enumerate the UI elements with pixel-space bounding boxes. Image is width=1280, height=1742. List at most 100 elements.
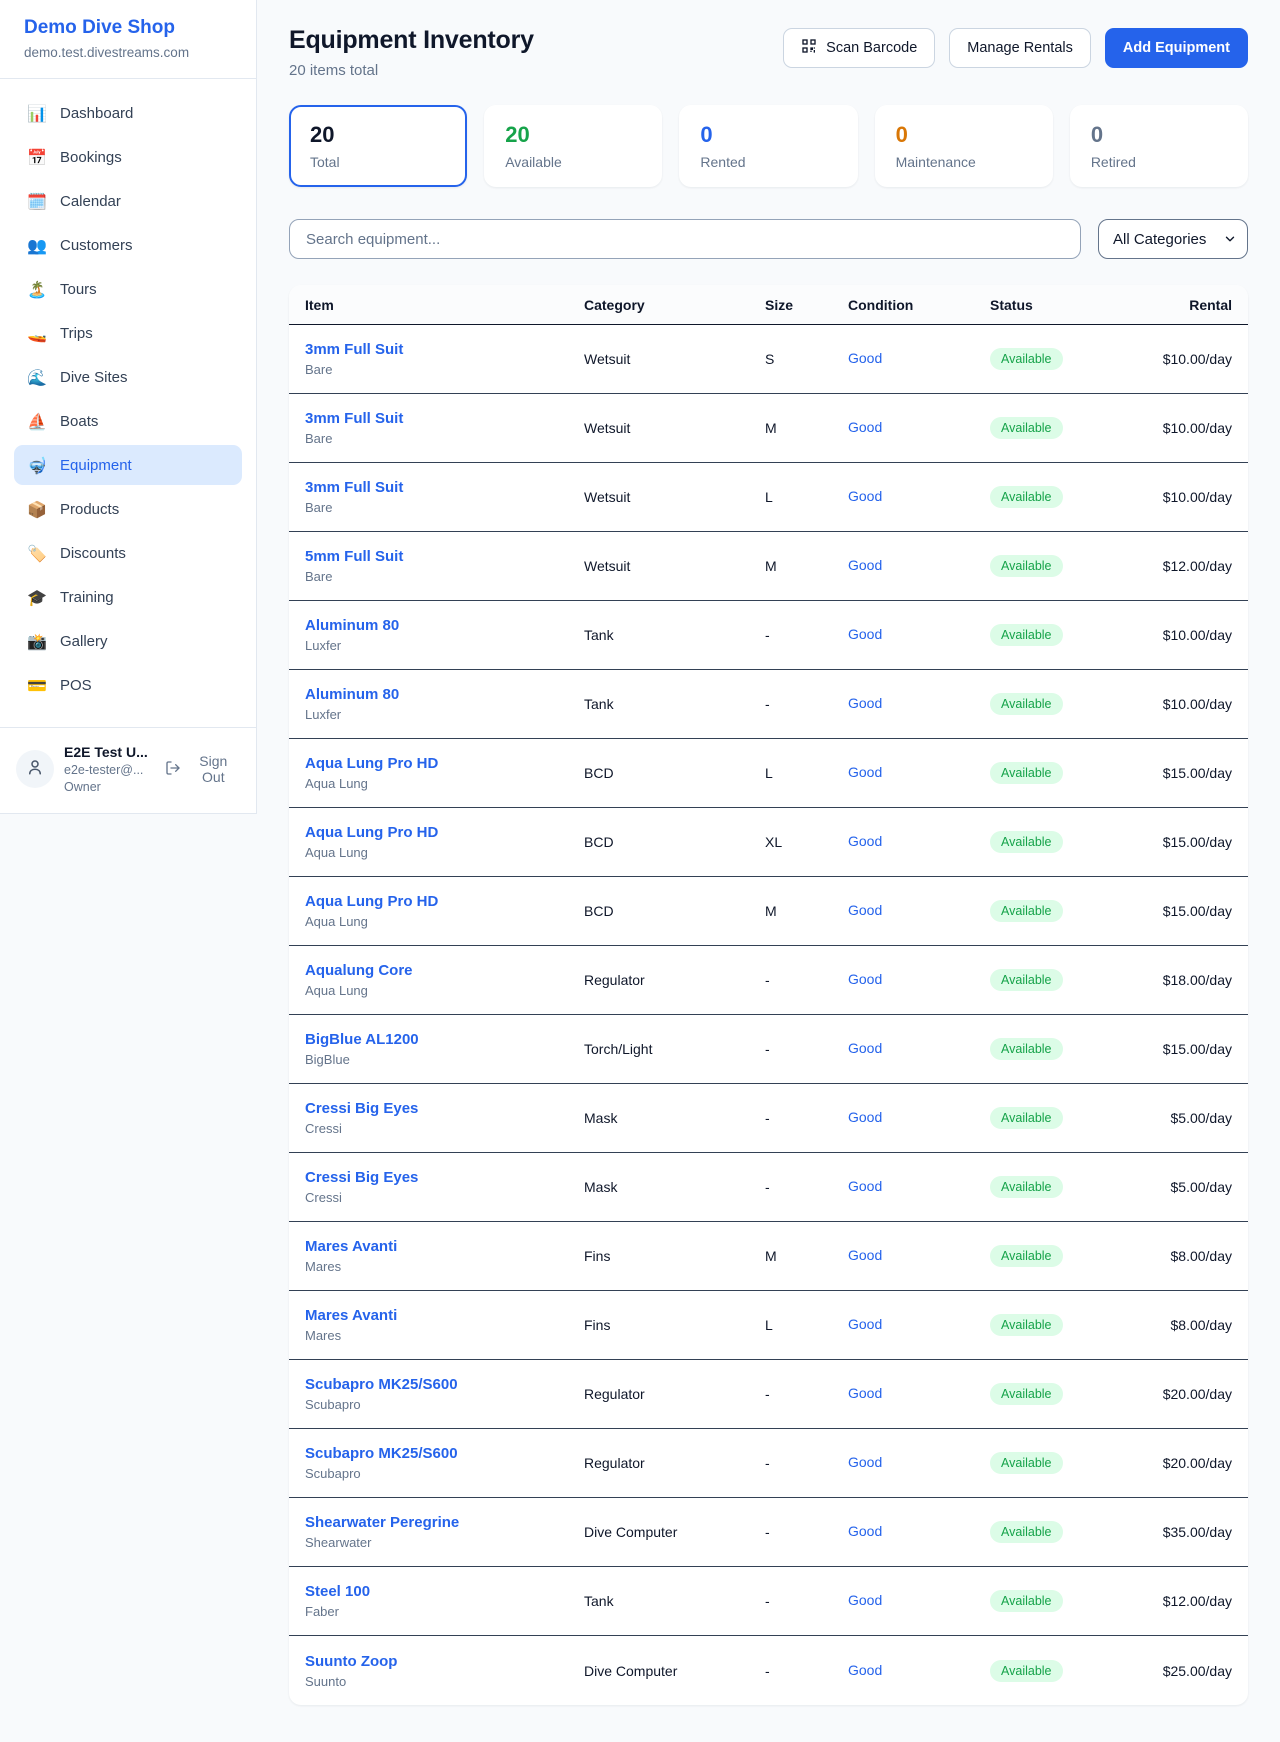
status-badge: Available — [990, 348, 1063, 370]
table-row[interactable]: Cressi Big Eyes Cressi Mask - Good Avail… — [289, 1084, 1248, 1153]
condition-link[interactable]: Good — [848, 557, 882, 573]
sidebar-item-boats[interactable]: ⛵ Boats — [14, 401, 242, 441]
condition-link[interactable]: Good — [848, 1247, 882, 1263]
table-row[interactable]: Suunto Zoop Suunto Dive Computer - Good … — [289, 1636, 1248, 1705]
table-row[interactable]: BigBlue AL1200 BigBlue Torch/Light - Goo… — [289, 1015, 1248, 1084]
search-input[interactable] — [289, 219, 1081, 259]
filter-bar: All Categories — [289, 219, 1248, 259]
condition-link[interactable]: Good — [848, 1385, 882, 1401]
item-name-link[interactable]: Scubapro MK25/S600 — [305, 1376, 584, 1393]
table-row[interactable]: 3mm Full Suit Bare Wetsuit S Good Availa… — [289, 325, 1248, 394]
item-name-link[interactable]: Aqua Lung Pro HD — [305, 755, 584, 772]
table-row[interactable]: Scubapro MK25/S600 Scubapro Regulator - … — [289, 1429, 1248, 1498]
table-row[interactable]: Cressi Big Eyes Cressi Mask - Good Avail… — [289, 1153, 1248, 1222]
item-name-link[interactable]: Mares Avanti — [305, 1238, 584, 1255]
item-brand: Aqua Lung — [305, 845, 584, 860]
item-name-link[interactable]: 5mm Full Suit — [305, 548, 584, 565]
item-name-link[interactable]: 3mm Full Suit — [305, 479, 584, 496]
condition-link[interactable]: Good — [848, 902, 882, 918]
stat-card-available[interactable]: 20 Available — [484, 105, 662, 187]
sidebar-item-tours[interactable]: 🏝️ Tours — [14, 269, 242, 309]
item-name-link[interactable]: Aluminum 80 — [305, 686, 584, 703]
condition-link[interactable]: Good — [848, 764, 882, 780]
condition-link[interactable]: Good — [848, 1592, 882, 1608]
stat-card-rented[interactable]: 0 Rented — [679, 105, 857, 187]
condition-link[interactable]: Good — [848, 1662, 882, 1678]
item-name-link[interactable]: 3mm Full Suit — [305, 341, 584, 358]
table-row[interactable]: Aqua Lung Pro HD Aqua Lung BCD M Good Av… — [289, 877, 1248, 946]
speedboat-icon: 🚤 — [27, 324, 47, 343]
condition-link[interactable]: Good — [848, 833, 882, 849]
condition-link[interactable]: Good — [848, 488, 882, 504]
condition-link[interactable]: Good — [848, 419, 882, 435]
sidebar-item-discounts[interactable]: 🏷️ Discounts — [14, 533, 242, 573]
sidebar-item-trips[interactable]: 🚤 Trips — [14, 313, 242, 353]
sidebar-item-calendar[interactable]: 🗓️ Calendar — [14, 181, 242, 221]
condition-link[interactable]: Good — [848, 626, 882, 642]
table-row[interactable]: Aluminum 80 Luxfer Tank - Good Available… — [289, 601, 1248, 670]
item-name-link[interactable]: Aqua Lung Pro HD — [305, 893, 584, 910]
stat-value: 20 — [310, 122, 446, 148]
table-row[interactable]: Mares Avanti Mares Fins M Good Available… — [289, 1222, 1248, 1291]
item-name-link[interactable]: BigBlue AL1200 — [305, 1031, 584, 1048]
item-name-link[interactable]: Aqua Lung Pro HD — [305, 824, 584, 841]
scan-barcode-button[interactable]: Scan Barcode — [783, 28, 935, 68]
rental-rate: $8.00/day — [1147, 1248, 1232, 1264]
item-name-link[interactable]: Aluminum 80 — [305, 617, 584, 634]
rental-rate: $10.00/day — [1147, 351, 1232, 367]
sidebar-item-products[interactable]: 📦 Products — [14, 489, 242, 529]
item-name-link[interactable]: 3mm Full Suit — [305, 410, 584, 427]
condition-link[interactable]: Good — [848, 1109, 882, 1125]
table-row[interactable]: Aqua Lung Pro HD Aqua Lung BCD L Good Av… — [289, 739, 1248, 808]
sidebar-item-equipment[interactable]: 🤿 Equipment — [14, 445, 242, 485]
sidebar-item-dashboard[interactable]: 📊 Dashboard — [14, 93, 242, 133]
table-row[interactable]: Aqua Lung Pro HD Aqua Lung BCD XL Good A… — [289, 808, 1248, 877]
condition-link[interactable]: Good — [848, 1316, 882, 1332]
condition-link[interactable]: Good — [848, 1523, 882, 1539]
table-row[interactable]: 3mm Full Suit Bare Wetsuit M Good Availa… — [289, 394, 1248, 463]
sidebar-item-training[interactable]: 🎓 Training — [14, 577, 242, 617]
sign-out-button[interactable]: Sign Out — [165, 753, 240, 785]
rental-rate: $15.00/day — [1147, 1041, 1232, 1057]
item-category: Wetsuit — [584, 351, 765, 367]
item-name-link[interactable]: Aqualung Core — [305, 962, 584, 979]
item-name-link[interactable]: Suunto Zoop — [305, 1653, 584, 1670]
item-name-link[interactable]: Steel 100 — [305, 1583, 584, 1600]
stat-value: 0 — [896, 122, 1032, 148]
item-name-link[interactable]: Shearwater Peregrine — [305, 1514, 584, 1531]
condition-link[interactable]: Good — [848, 1454, 882, 1470]
table-row[interactable]: Mares Avanti Mares Fins L Good Available… — [289, 1291, 1248, 1360]
table-row[interactable]: Aluminum 80 Luxfer Tank - Good Available… — [289, 670, 1248, 739]
sidebar-item-gallery[interactable]: 📸 Gallery — [14, 621, 242, 661]
table-row[interactable]: Steel 100 Faber Tank - Good Available $1… — [289, 1567, 1248, 1636]
sidebar-item-bookings[interactable]: 📅 Bookings — [14, 137, 242, 177]
condition-link[interactable]: Good — [848, 350, 882, 366]
table-row[interactable]: 5mm Full Suit Bare Wetsuit M Good Availa… — [289, 532, 1248, 601]
manage-rentals-button[interactable]: Manage Rentals — [949, 28, 1091, 68]
condition-link[interactable]: Good — [848, 971, 882, 987]
item-category: Tank — [584, 627, 765, 643]
item-brand: Mares — [305, 1259, 584, 1274]
item-size: XL — [765, 834, 848, 850]
condition-link[interactable]: Good — [848, 695, 882, 711]
brand-name[interactable]: Demo Dive Shop — [24, 17, 232, 39]
table-row[interactable]: Shearwater Peregrine Shearwater Dive Com… — [289, 1498, 1248, 1567]
sidebar-item-pos[interactable]: 💳 POS — [14, 665, 242, 705]
add-equipment-button[interactable]: Add Equipment — [1105, 28, 1248, 68]
stat-card-retired[interactable]: 0 Retired — [1070, 105, 1248, 187]
table-row[interactable]: 3mm Full Suit Bare Wetsuit L Good Availa… — [289, 463, 1248, 532]
table-row[interactable]: Aqualung Core Aqua Lung Regulator - Good… — [289, 946, 1248, 1015]
sidebar-item-label: Calendar — [60, 193, 121, 210]
item-name-link[interactable]: Scubapro MK25/S600 — [305, 1445, 584, 1462]
stat-card-total[interactable]: 20 Total — [289, 105, 467, 187]
stat-card-maintenance[interactable]: 0 Maintenance — [875, 105, 1053, 187]
sidebar-item-dive-sites[interactable]: 🌊 Dive Sites — [14, 357, 242, 397]
sidebar-item-customers[interactable]: 👥 Customers — [14, 225, 242, 265]
item-name-link[interactable]: Mares Avanti — [305, 1307, 584, 1324]
item-name-link[interactable]: Cressi Big Eyes — [305, 1169, 584, 1186]
category-select[interactable]: All Categories — [1098, 219, 1248, 259]
table-row[interactable]: Scubapro MK25/S600 Scubapro Regulator - … — [289, 1360, 1248, 1429]
condition-link[interactable]: Good — [848, 1040, 882, 1056]
condition-link[interactable]: Good — [848, 1178, 882, 1194]
item-name-link[interactable]: Cressi Big Eyes — [305, 1100, 584, 1117]
